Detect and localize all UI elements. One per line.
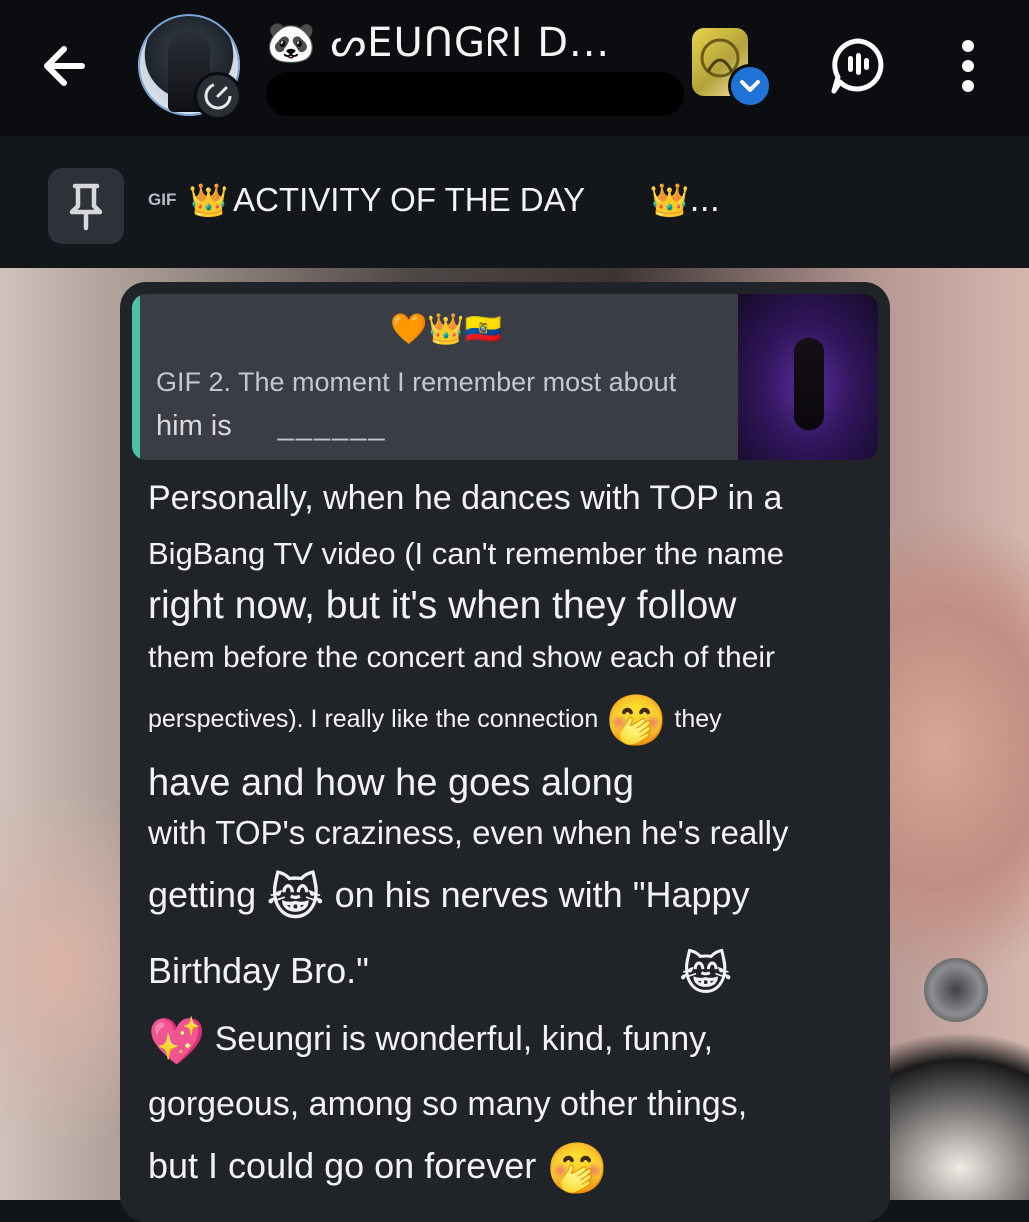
sparkling-heart-emoji: 💖: [148, 1014, 206, 1069]
pinned-text: GIF 👑 ACTIVITY OF THE DAY 👑...: [148, 180, 720, 220]
message-text-part: Birthday Bro.": [148, 949, 369, 991]
gif-tag: GIF: [148, 190, 177, 209]
reply-text-line2: him is ______: [156, 404, 726, 448]
message-line: right now, but it's when they follow: [148, 584, 737, 627]
voice-chat-icon[interactable]: [828, 36, 888, 96]
message-line: perspectives). I really like the connect…: [148, 684, 878, 755]
reply-gif-thumbnail[interactable]: [738, 294, 878, 460]
message-line: but I could go on forever 🤭: [148, 1134, 878, 1200]
reply-blank: ______: [277, 410, 387, 442]
hand-over-mouth-emoji: 🤭: [546, 1139, 609, 1198]
level-badge-icon: [194, 72, 242, 120]
message-bubble[interactable]: 🧡👑🇪🇨 GIF 2. The moment I remember most a…: [120, 282, 890, 1222]
cat-tears-of-joy-emoji: 😹: [266, 868, 325, 927]
thumbnail-figure: [794, 338, 824, 430]
message-line: gorgeous, among so many other things,: [148, 1085, 748, 1124]
more-vertical-icon[interactable]: [948, 36, 988, 96]
message-line: 💖 Seungri is wonderful, kind, funny,: [148, 1006, 878, 1074]
sleeve-button-detail: [924, 958, 988, 1022]
message-text-part: perspectives). I really like the connect…: [148, 705, 599, 733]
reply-accent-bar: [132, 294, 140, 460]
reply-text-line1: GIF 2. The moment I remember most about: [156, 367, 677, 397]
message-line: Personally, when he dances with TOP in a: [148, 479, 783, 517]
reply-author: 🧡👑🇪🇨: [389, 312, 503, 347]
chat-header: 🐼 ᔕEUᑎGᖇI D...: [0, 0, 1029, 136]
message-text: Personally, when he dances with TOP in a…: [148, 468, 878, 1201]
hand-over-mouth-emoji: 🤭: [605, 691, 668, 750]
reply-text: GIF 2. The moment I remember most about …: [156, 360, 726, 448]
cat-tears-of-joy-emoji: 😹: [678, 946, 733, 1001]
message-text-part: getting: [148, 874, 257, 916]
message-line: Birthday Bro." 😹: [148, 938, 878, 1006]
message-line: them before the concert and show each of…: [148, 641, 776, 674]
chat-title[interactable]: 🐼 ᔕEUᑎGᖇI D...: [266, 16, 610, 70]
message-text-part: they: [674, 705, 722, 733]
pinned-title: ACTIVITY OF THE DAY: [233, 181, 586, 218]
back-arrow-icon[interactable]: [34, 36, 94, 96]
crown-emoji: 👑: [188, 181, 229, 219]
pinned-message-bar[interactable]: GIF 👑 ACTIVITY OF THE DAY 👑...: [0, 136, 1029, 268]
message-text-part: on his nerves with "Happy: [334, 874, 750, 916]
message-line: with TOP's craziness, even when he's rea…: [148, 814, 789, 852]
message-line: getting 😹 on his nerves with "Happy: [148, 855, 878, 937]
redacted-subtitle: [266, 72, 684, 116]
verified-icon: [728, 64, 772, 108]
pin-icon[interactable]: [48, 168, 124, 244]
message-text-part: Seungri is wonderful, kind, funny,: [214, 1020, 714, 1059]
message-line: have and how he goes along: [148, 762, 634, 805]
message-text-part: but I could go on forever: [148, 1145, 537, 1187]
reply-text-him-is: him is: [156, 410, 232, 442]
pinned-trailing: 👑...: [649, 181, 720, 219]
message-line: BigBang TV video (I can't remember the n…: [148, 536, 784, 571]
reply-preview[interactable]: 🧡👑🇪🇨 GIF 2. The moment I remember most a…: [132, 294, 878, 460]
